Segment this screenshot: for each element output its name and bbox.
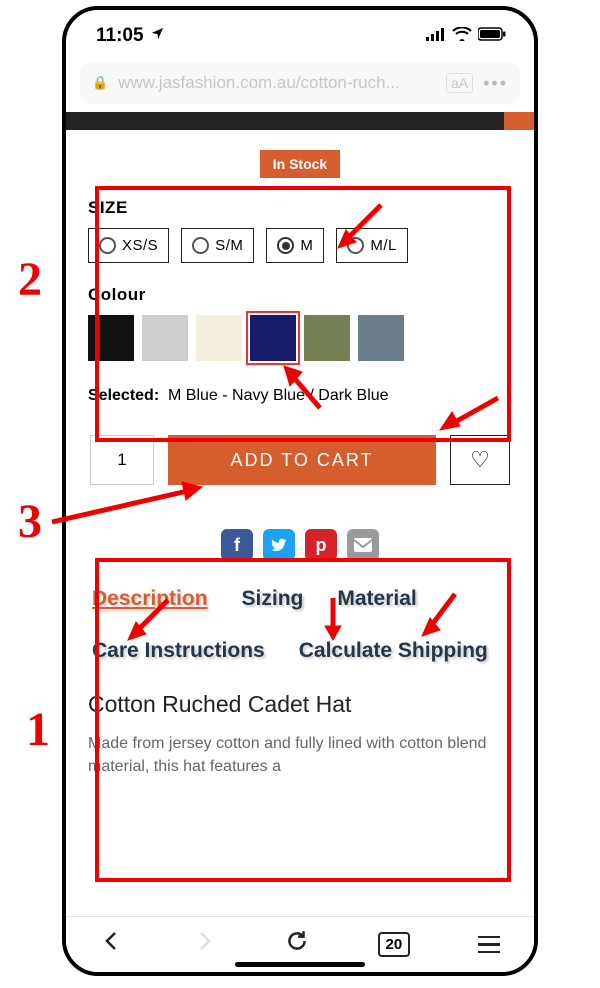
menu-button[interactable]	[478, 936, 500, 954]
size-label: SIZE	[88, 198, 512, 218]
email-icon[interactable]	[347, 529, 379, 561]
radio-icon	[192, 237, 209, 254]
annotation-number-2: 2	[18, 252, 42, 307]
product-tabs: Description Sizing Material Care Instruc…	[88, 583, 512, 677]
size-option-s-m[interactable]: S/M	[181, 228, 254, 263]
lock-icon: 🔒	[92, 75, 108, 91]
selection-summary: Selected: M Blue - Navy Blue / Dark Blue	[88, 387, 512, 405]
radio-icon	[277, 237, 294, 254]
cell-signal-icon	[426, 25, 446, 47]
size-option-label: S/M	[215, 237, 243, 254]
facebook-icon[interactable]: f	[221, 529, 253, 561]
size-option-label: XS/S	[122, 237, 158, 254]
colour-swatch-black[interactable]	[88, 315, 134, 361]
colour-swatch-olive[interactable]	[304, 315, 350, 361]
stock-badge: In Stock	[260, 150, 340, 178]
reader-icon[interactable]: aA	[446, 73, 473, 93]
tab-care[interactable]: Care Instructions	[92, 639, 265, 663]
wishlist-button[interactable]: ♡	[450, 435, 510, 485]
battery-icon	[478, 25, 506, 47]
size-option-xs-s[interactable]: XS/S	[88, 228, 169, 263]
product-title: Cotton Ruched Cadet Hat	[88, 691, 512, 718]
colour-swatch-grey[interactable]	[142, 315, 188, 361]
tab-shipping[interactable]: Calculate Shipping	[299, 639, 488, 663]
colour-swatches	[88, 315, 512, 361]
pinterest-icon[interactable]: p	[305, 529, 337, 561]
header-band	[66, 112, 534, 130]
size-option-label: M	[300, 237, 313, 254]
tab-sizing[interactable]: Sizing	[242, 587, 304, 611]
phone-frame: 11:05 🔒 www.jasfashion.com.au/cotton-ruc…	[62, 6, 538, 976]
page-content: In Stock SIZE XS/S S/M M M/L	[66, 112, 534, 922]
tab-material[interactable]: Material	[337, 587, 416, 611]
home-indicator	[235, 962, 365, 967]
quantity-input[interactable]	[90, 435, 154, 485]
annotation-number-1: 1	[26, 702, 50, 757]
colour-swatch-navy[interactable]	[250, 315, 296, 361]
radio-icon	[99, 237, 116, 254]
tab-description[interactable]: Description	[92, 587, 208, 611]
annotation-number-3: 3	[18, 494, 42, 549]
url-text: www.jasfashion.com.au/cotton-ruch...	[118, 73, 436, 93]
heart-icon: ♡	[470, 447, 490, 473]
more-icon[interactable]: •••	[483, 73, 508, 94]
colour-swatch-slate[interactable]	[358, 315, 404, 361]
status-time: 11:05	[96, 25, 144, 47]
browser-url-bar[interactable]: 🔒 www.jasfashion.com.au/cotton-ruch... a…	[80, 62, 520, 104]
social-share: f p	[88, 529, 512, 561]
size-option-m-l[interactable]: M/L	[336, 228, 408, 263]
add-to-cart-button[interactable]: ADD TO CART	[168, 435, 436, 485]
colour-label: Colour	[88, 285, 512, 305]
radio-icon	[347, 237, 364, 254]
location-icon	[150, 25, 165, 47]
tabs-button[interactable]: 20	[378, 932, 411, 957]
twitter-icon[interactable]	[263, 529, 295, 561]
colour-swatch-cream[interactable]	[196, 315, 242, 361]
product-description: Made from jersey cotton and fully lined …	[88, 732, 512, 778]
reload-button[interactable]	[284, 928, 310, 961]
forward-button[interactable]	[192, 929, 216, 960]
back-button[interactable]	[100, 929, 124, 960]
size-option-m[interactable]: M	[266, 228, 324, 263]
status-bar: 11:05	[66, 10, 534, 62]
size-options: XS/S S/M M M/L	[88, 228, 512, 263]
wifi-icon	[452, 25, 472, 47]
size-option-label: M/L	[370, 237, 397, 254]
